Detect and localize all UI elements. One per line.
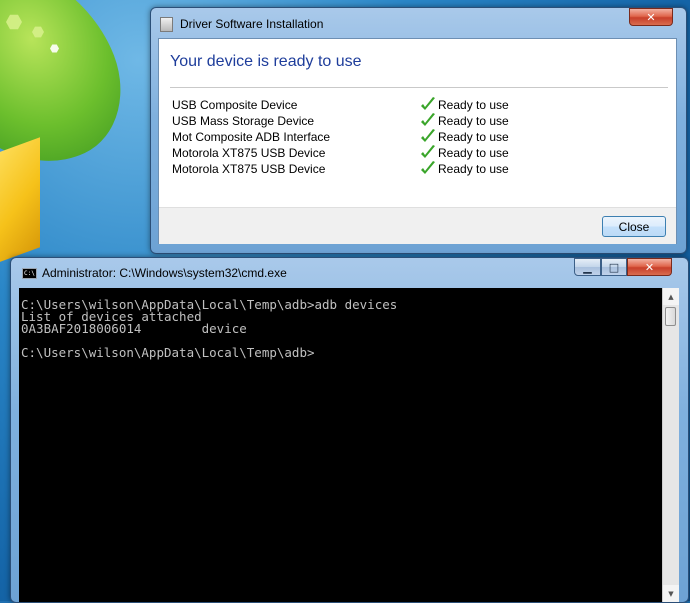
driver-content-panel: Your device is ready to use USB Composit…: [158, 38, 677, 244]
device-name: Mot Composite ADB Interface: [172, 130, 331, 144]
close-icon: ✕: [646, 10, 656, 24]
device-status: Ready to use: [438, 114, 509, 128]
cmd-window-title: Administrator: C:\Windows\system32\cmd.e…: [42, 266, 287, 280]
vertical-scrollbar[interactable]: ▲ ▼: [662, 288, 679, 602]
close-icon: ✕: [644, 260, 655, 274]
driver-installation-window: Driver Software Installation ✕ Your devi…: [150, 7, 687, 254]
device-status: Ready to use: [438, 98, 509, 112]
device-name: USB Mass Storage Device: [172, 114, 315, 128]
driver-window-title: Driver Software Installation: [180, 17, 324, 31]
minimize-icon: ▁: [583, 260, 592, 274]
device-name: USB Composite Device: [172, 98, 298, 112]
checkmark-icon: [421, 161, 435, 174]
device-status: Ready to use: [438, 130, 509, 144]
driver-window-close-button[interactable]: ✕: [629, 8, 673, 26]
driver-window-icon: [160, 17, 173, 32]
scroll-up-button[interactable]: ▲: [663, 288, 679, 305]
console-output: C:\Users\wilson\AppData\Local\Temp\adb>a…: [21, 297, 398, 360]
driver-heading: Your device is ready to use: [170, 53, 362, 70]
driver-separator: [170, 87, 668, 88]
device-status: Ready to use: [438, 162, 509, 176]
minimize-button[interactable]: ▁: [574, 258, 601, 276]
maximize-icon: □: [608, 260, 620, 274]
device-status: Ready to use: [438, 146, 509, 160]
cmd-window: C:\ Administrator: C:\Windows\system32\c…: [10, 257, 689, 603]
console-area[interactable]: C:\Users\wilson\AppData\Local\Temp\adb>a…: [19, 288, 679, 602]
close-button[interactable]: Close: [602, 216, 666, 237]
scroll-down-icon: ▼: [668, 589, 674, 598]
cmd-close-button[interactable]: ✕: [627, 258, 672, 276]
device-name: Motorola XT875 USB Device: [172, 162, 326, 176]
scroll-down-button[interactable]: ▼: [663, 585, 679, 602]
maximize-button[interactable]: □: [601, 258, 627, 276]
scrollbar-thumb[interactable]: [665, 307, 676, 326]
cmd-window-icon: C:\: [22, 268, 37, 279]
device-name: Motorola XT875 USB Device: [172, 146, 326, 160]
wallpaper-yellow-shape: [0, 137, 40, 273]
driver-footer: Close: [159, 207, 676, 244]
device-row: Motorola XT875 USB Device Ready to use: [172, 161, 672, 178]
scroll-up-icon: ▲: [668, 292, 674, 301]
